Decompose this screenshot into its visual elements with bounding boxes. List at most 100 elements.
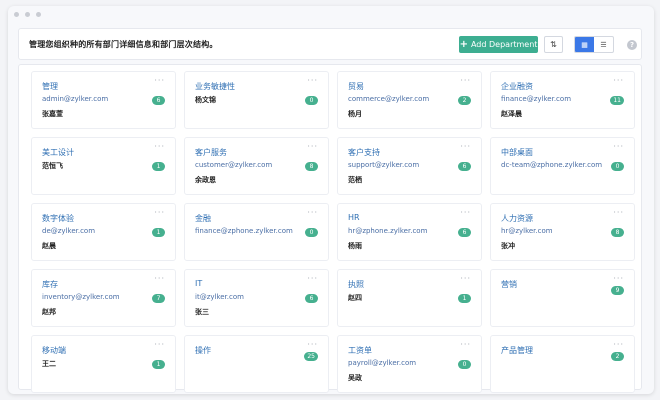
department-email[interactable]: support@zylker.com — [348, 161, 419, 169]
department-name[interactable]: 美工设计 — [42, 147, 74, 158]
department-head: 杨雨 — [348, 242, 362, 250]
department-email[interactable]: de@zylker.com — [42, 227, 95, 235]
more-options-icon[interactable]: ··· — [307, 340, 318, 349]
department-card[interactable]: 中部桌面 ··· dc-team@zphone.zylker.com 0 — [490, 137, 635, 195]
department-name[interactable]: 管理 — [42, 81, 58, 92]
department-email[interactable]: finance@zphone.zylker.com — [195, 227, 293, 235]
department-card[interactable]: 业务敏捷性 ··· 0 杨文锦 — [184, 71, 329, 129]
more-options-icon[interactable]: ··· — [307, 208, 318, 217]
department-card[interactable]: 企业融资 ··· finance@zylker.com 11 赵泽晨 — [490, 71, 635, 129]
department-email[interactable]: commerce@zylker.com — [348, 95, 429, 103]
department-head: 张嘉萱 — [42, 110, 63, 118]
more-options-icon[interactable]: ··· — [154, 76, 165, 85]
member-count-badge: 9 — [611, 286, 624, 295]
more-options-icon[interactable]: ··· — [307, 142, 318, 151]
department-email[interactable]: dc-team@zphone.zylker.com — [501, 161, 602, 169]
more-options-icon[interactable]: ··· — [307, 76, 318, 85]
more-options-icon[interactable]: ··· — [154, 340, 165, 349]
department-card[interactable]: 移动端 ··· 1 王二 — [31, 335, 176, 393]
department-head: 张三 — [195, 308, 209, 316]
department-name[interactable]: 操作 — [195, 345, 211, 356]
department-card[interactable]: 美工设计 ··· 1 范恒飞 — [31, 137, 176, 195]
member-count-badge: 0 — [458, 360, 471, 369]
more-options-icon[interactable]: ··· — [154, 274, 165, 283]
department-card[interactable]: 库存 ··· inventory@zylker.com 7 赵邦 — [31, 269, 176, 327]
department-grid: 管理 ··· admin@zylker.com 6 张嘉萱 业务敏捷性 ··· 0 杨文锦 贸易 ·… — [31, 71, 635, 393]
department-head: 范栖 — [348, 176, 362, 184]
window-dot-3[interactable] — [36, 12, 41, 17]
toolbar: 管理您组织种的所有部门详细信息和部门层次结构。 + Add Department… — [18, 28, 642, 60]
department-name[interactable]: 客户支持 — [348, 147, 380, 158]
department-name[interactable]: 数字体验 — [42, 213, 74, 224]
more-options-icon[interactable]: ··· — [613, 340, 624, 349]
department-card[interactable]: 执照 ··· 1 赵四 — [337, 269, 482, 327]
department-name[interactable]: 客户服务 — [195, 147, 227, 158]
department-name[interactable]: 营销 — [501, 279, 517, 290]
department-email[interactable]: hr@zylker.com — [501, 227, 553, 235]
department-name[interactable]: 贸易 — [348, 81, 364, 92]
member-count-badge: 1 — [152, 162, 165, 171]
more-options-icon[interactable]: ··· — [460, 340, 471, 349]
more-options-icon[interactable]: ··· — [613, 76, 624, 85]
list-view-button[interactable]: ☰ — [594, 37, 613, 52]
department-card[interactable]: IT ··· it@zylker.com 6 张三 — [184, 269, 329, 327]
department-name[interactable]: 中部桌面 — [501, 147, 533, 158]
question-circle-icon[interactable]: ? — [627, 40, 637, 50]
more-options-icon[interactable]: ··· — [613, 208, 624, 217]
department-email[interactable]: finance@zylker.com — [501, 95, 571, 103]
department-name[interactable]: 执照 — [348, 279, 364, 290]
department-email[interactable]: customer@zylker.com — [195, 161, 272, 169]
department-card[interactable]: 客户支持 ··· support@zylker.com 6 范栖 — [337, 137, 482, 195]
member-count-badge: 11 — [610, 96, 624, 105]
department-name[interactable]: 人力资源 — [501, 213, 533, 224]
window-dot-2[interactable] — [25, 12, 30, 17]
window-dot-1[interactable] — [14, 12, 19, 17]
department-name[interactable]: 移动端 — [42, 345, 66, 356]
department-card[interactable]: 产品管理 ··· 2 — [490, 335, 635, 393]
department-card[interactable]: 客户服务 ··· customer@zylker.com 8 余政恩 — [184, 137, 329, 195]
member-count-badge: 1 — [152, 228, 165, 237]
department-name[interactable]: 工资单 — [348, 345, 372, 356]
member-count-badge: 7 — [152, 294, 165, 303]
department-card[interactable]: 操作 ··· 25 — [184, 335, 329, 393]
department-name[interactable]: 业务敏捷性 — [195, 81, 235, 92]
department-email[interactable]: admin@zylker.com — [42, 95, 108, 103]
department-email[interactable]: hr@zphone.zylker.com — [348, 227, 427, 235]
sort-button[interactable]: ⇅ — [544, 36, 563, 53]
department-email[interactable]: it@zylker.com — [195, 293, 244, 301]
view-toggle: ▦ ☰ — [574, 36, 614, 53]
more-options-icon[interactable]: ··· — [460, 274, 471, 283]
department-email[interactable]: payroll@zylker.com — [348, 359, 416, 367]
more-options-icon[interactable]: ··· — [460, 208, 471, 217]
department-card[interactable]: 管理 ··· admin@zylker.com 6 张嘉萱 — [31, 71, 176, 129]
department-card[interactable]: HR ··· hr@zphone.zylker.com 6 杨雨 — [337, 203, 482, 261]
department-head: 杨文锦 — [195, 96, 216, 104]
more-options-icon[interactable]: ··· — [460, 76, 471, 85]
department-name[interactable]: 企业融资 — [501, 81, 533, 92]
department-name[interactable]: 产品管理 — [501, 345, 533, 356]
department-name[interactable]: 金融 — [195, 213, 211, 224]
department-card[interactable]: 工资单 ··· payroll@zylker.com 0 吴政 — [337, 335, 482, 393]
more-options-icon[interactable]: ··· — [460, 142, 471, 151]
department-head: 赵泽晨 — [501, 110, 522, 118]
department-card[interactable]: 人力资源 ··· hr@zylker.com 8 张冲 — [490, 203, 635, 261]
more-options-icon[interactable]: ··· — [307, 274, 318, 283]
more-options-icon[interactable]: ··· — [613, 274, 624, 283]
department-card[interactable]: 贸易 ··· commerce@zylker.com 2 杨月 — [337, 71, 482, 129]
more-options-icon[interactable]: ··· — [154, 142, 165, 151]
department-card[interactable]: 数字体验 ··· de@zylker.com 1 赵晨 — [31, 203, 176, 261]
department-email[interactable]: inventory@zylker.com — [42, 293, 120, 301]
department-name[interactable]: 库存 — [42, 279, 58, 290]
department-name[interactable]: IT — [195, 279, 202, 288]
more-options-icon[interactable]: ··· — [154, 208, 165, 217]
add-department-button[interactable]: + Add Department — [459, 36, 538, 53]
department-card[interactable]: 营销 ··· 9 — [490, 269, 635, 327]
sort-arrows-icon: ⇅ — [550, 40, 557, 49]
department-name[interactable]: HR — [348, 213, 360, 222]
department-card[interactable]: 金融 ··· finance@zphone.zylker.com 0 — [184, 203, 329, 261]
app-window: 管理您组织种的所有部门详细信息和部门层次结构。 + Add Department… — [8, 6, 654, 394]
member-count-badge: 6 — [305, 294, 318, 303]
grid-view-button[interactable]: ▦ — [575, 37, 594, 52]
department-head: 赵邦 — [42, 308, 56, 316]
more-options-icon[interactable]: ··· — [613, 142, 624, 151]
